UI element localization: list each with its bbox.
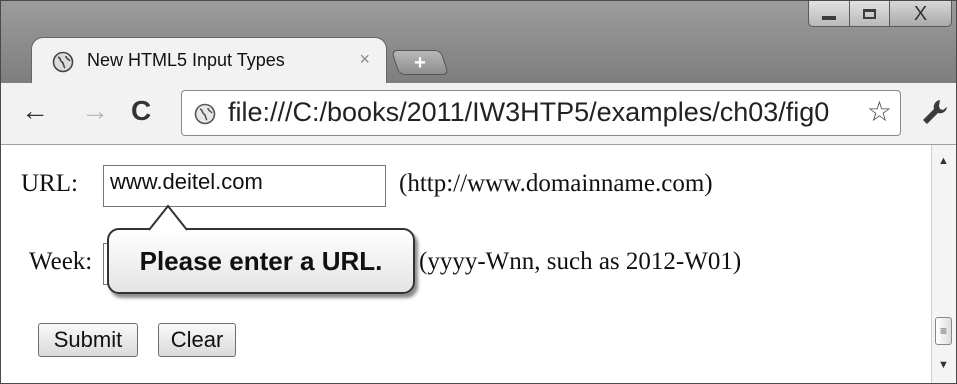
scroll-down-icon[interactable]: ▼ (938, 359, 949, 371)
clear-button[interactable]: Clear (158, 323, 236, 357)
submit-button[interactable]: Submit (38, 323, 138, 357)
browser-window: X New HTML5 Input Types × + ← → C file:/… (0, 0, 957, 384)
wrench-icon[interactable] (920, 97, 950, 127)
vertical-scrollbar[interactable]: ▲ ≡ ▼ (931, 145, 956, 383)
reload-icon[interactable]: C (131, 97, 151, 125)
plus-icon: + (414, 51, 426, 74)
url-input[interactable]: www.deitel.com (103, 165, 386, 207)
url-hint: (http://www.domainname.com) (399, 170, 713, 197)
address-bar[interactable]: file:///C:/books/2011/IW3HTP5/examples/c… (181, 90, 901, 136)
minimize-button[interactable] (808, 1, 850, 27)
tab-close-icon[interactable]: × (359, 49, 370, 70)
url-label: URL: (21, 170, 78, 197)
window-controls: X (808, 1, 952, 27)
tab-title: New HTML5 Input Types (87, 50, 285, 70)
browser-tab[interactable]: New HTML5 Input Types × (31, 37, 387, 83)
new-tab-button[interactable]: + (390, 50, 450, 75)
globe-icon (52, 51, 74, 73)
week-hint: (yyyy-Wnn, such as 2012-W01) (419, 248, 742, 275)
forward-arrow-icon[interactable]: → (81, 97, 109, 125)
scroll-up-icon[interactable]: ▲ (938, 155, 949, 167)
validation-bubble: Please enter a URL. (107, 228, 415, 294)
scroll-thumb[interactable]: ≡ (935, 317, 952, 345)
close-window-button[interactable]: X (890, 1, 952, 27)
title-bar: X New HTML5 Input Types × + (1, 1, 956, 83)
browser-toolbar: ← → C file:///C:/books/2011/IW3HTP5/exam… (1, 83, 956, 145)
maximize-button[interactable] (850, 1, 890, 27)
maximize-icon (863, 8, 876, 19)
globe-icon (194, 103, 216, 125)
week-label: Week: (29, 248, 93, 275)
address-text[interactable]: file:///C:/books/2011/IW3HTP5/examples/c… (228, 97, 858, 128)
star-icon[interactable]: ☆ (867, 96, 892, 128)
bubble-pointer (148, 204, 188, 231)
back-arrow-icon[interactable]: ← (21, 97, 49, 125)
minimize-icon (822, 15, 836, 20)
close-icon: X (913, 2, 928, 25)
page-content: URL: www.deitel.com (http://www.domainna… (1, 145, 931, 383)
validation-message: Please enter a URL. (139, 245, 383, 276)
